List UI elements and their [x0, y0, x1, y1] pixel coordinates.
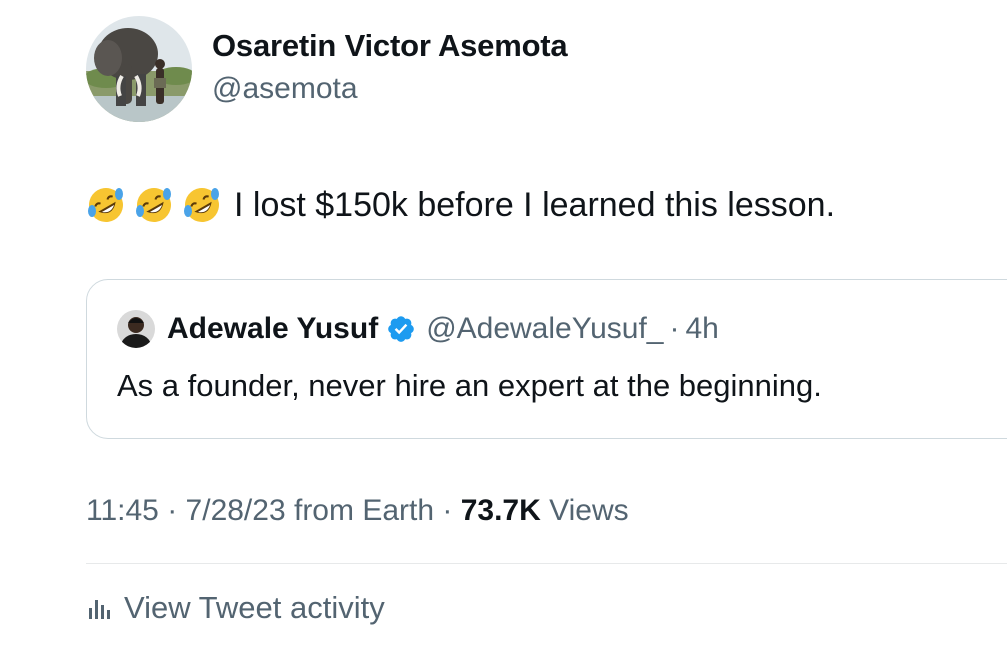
rolling-on-floor-laughing-emoji-icon: [88, 188, 123, 222]
separator-dot: ·: [167, 494, 178, 527]
quoted-tweet-header: Adewale Yusuf @AdewaleYusuf_ · 4h: [117, 310, 719, 348]
separator-dot: ·: [442, 494, 453, 527]
author-handle[interactable]: @asemota: [212, 69, 567, 109]
tweet-source: from Earth: [293, 494, 435, 527]
quoted-tweet-text: As a founder, never hire an expert at th…: [117, 368, 822, 403]
author-display-name[interactable]: Osaretin Victor Asemota: [212, 26, 568, 66]
quoted-author-avatar[interactable]: [117, 310, 155, 348]
views-label: Views: [549, 494, 629, 527]
person-avatar-icon: [117, 310, 155, 348]
rolling-on-floor-laughing-emoji-icon: [184, 188, 219, 222]
divider: [86, 563, 1007, 564]
tweet-body: I lost $150k before I learned this lesso…: [86, 182, 835, 228]
tweet-date[interactable]: 7/28/23: [186, 494, 286, 527]
view-tweet-activity-button[interactable]: View Tweet activity: [86, 588, 385, 628]
bar-chart-icon: [89, 600, 110, 619]
elephant-photo-avatar-icon: [86, 16, 192, 122]
tweet-meta: 11:45 · 7/28/23 from Earth · 73.7K Views: [86, 491, 629, 531]
rolling-on-floor-laughing-emoji-icon: [136, 188, 171, 222]
tweet-text: I lost $150k before I learned this lesso…: [234, 186, 836, 224]
quoted-author-name[interactable]: Adewale Yusuf: [167, 312, 378, 346]
separator-dot: ·: [669, 312, 680, 345]
view-tweet-activity-label: View Tweet activity: [124, 590, 385, 625]
tweet-time[interactable]: 11:45: [86, 494, 159, 527]
verified-badge-icon: [388, 316, 414, 342]
tweet-author: Osaretin Victor Asemota @asemota: [86, 16, 568, 122]
views-count: 73.7K: [460, 494, 541, 527]
author-avatar[interactable]: [86, 16, 192, 122]
quoted-tweet-time[interactable]: 4h: [685, 312, 718, 346]
quoted-author-handle[interactable]: @AdewaleYusuf_: [426, 312, 663, 346]
quoted-tweet-card[interactable]: Adewale Yusuf @AdewaleYusuf_ · 4h As a f…: [86, 279, 1007, 439]
